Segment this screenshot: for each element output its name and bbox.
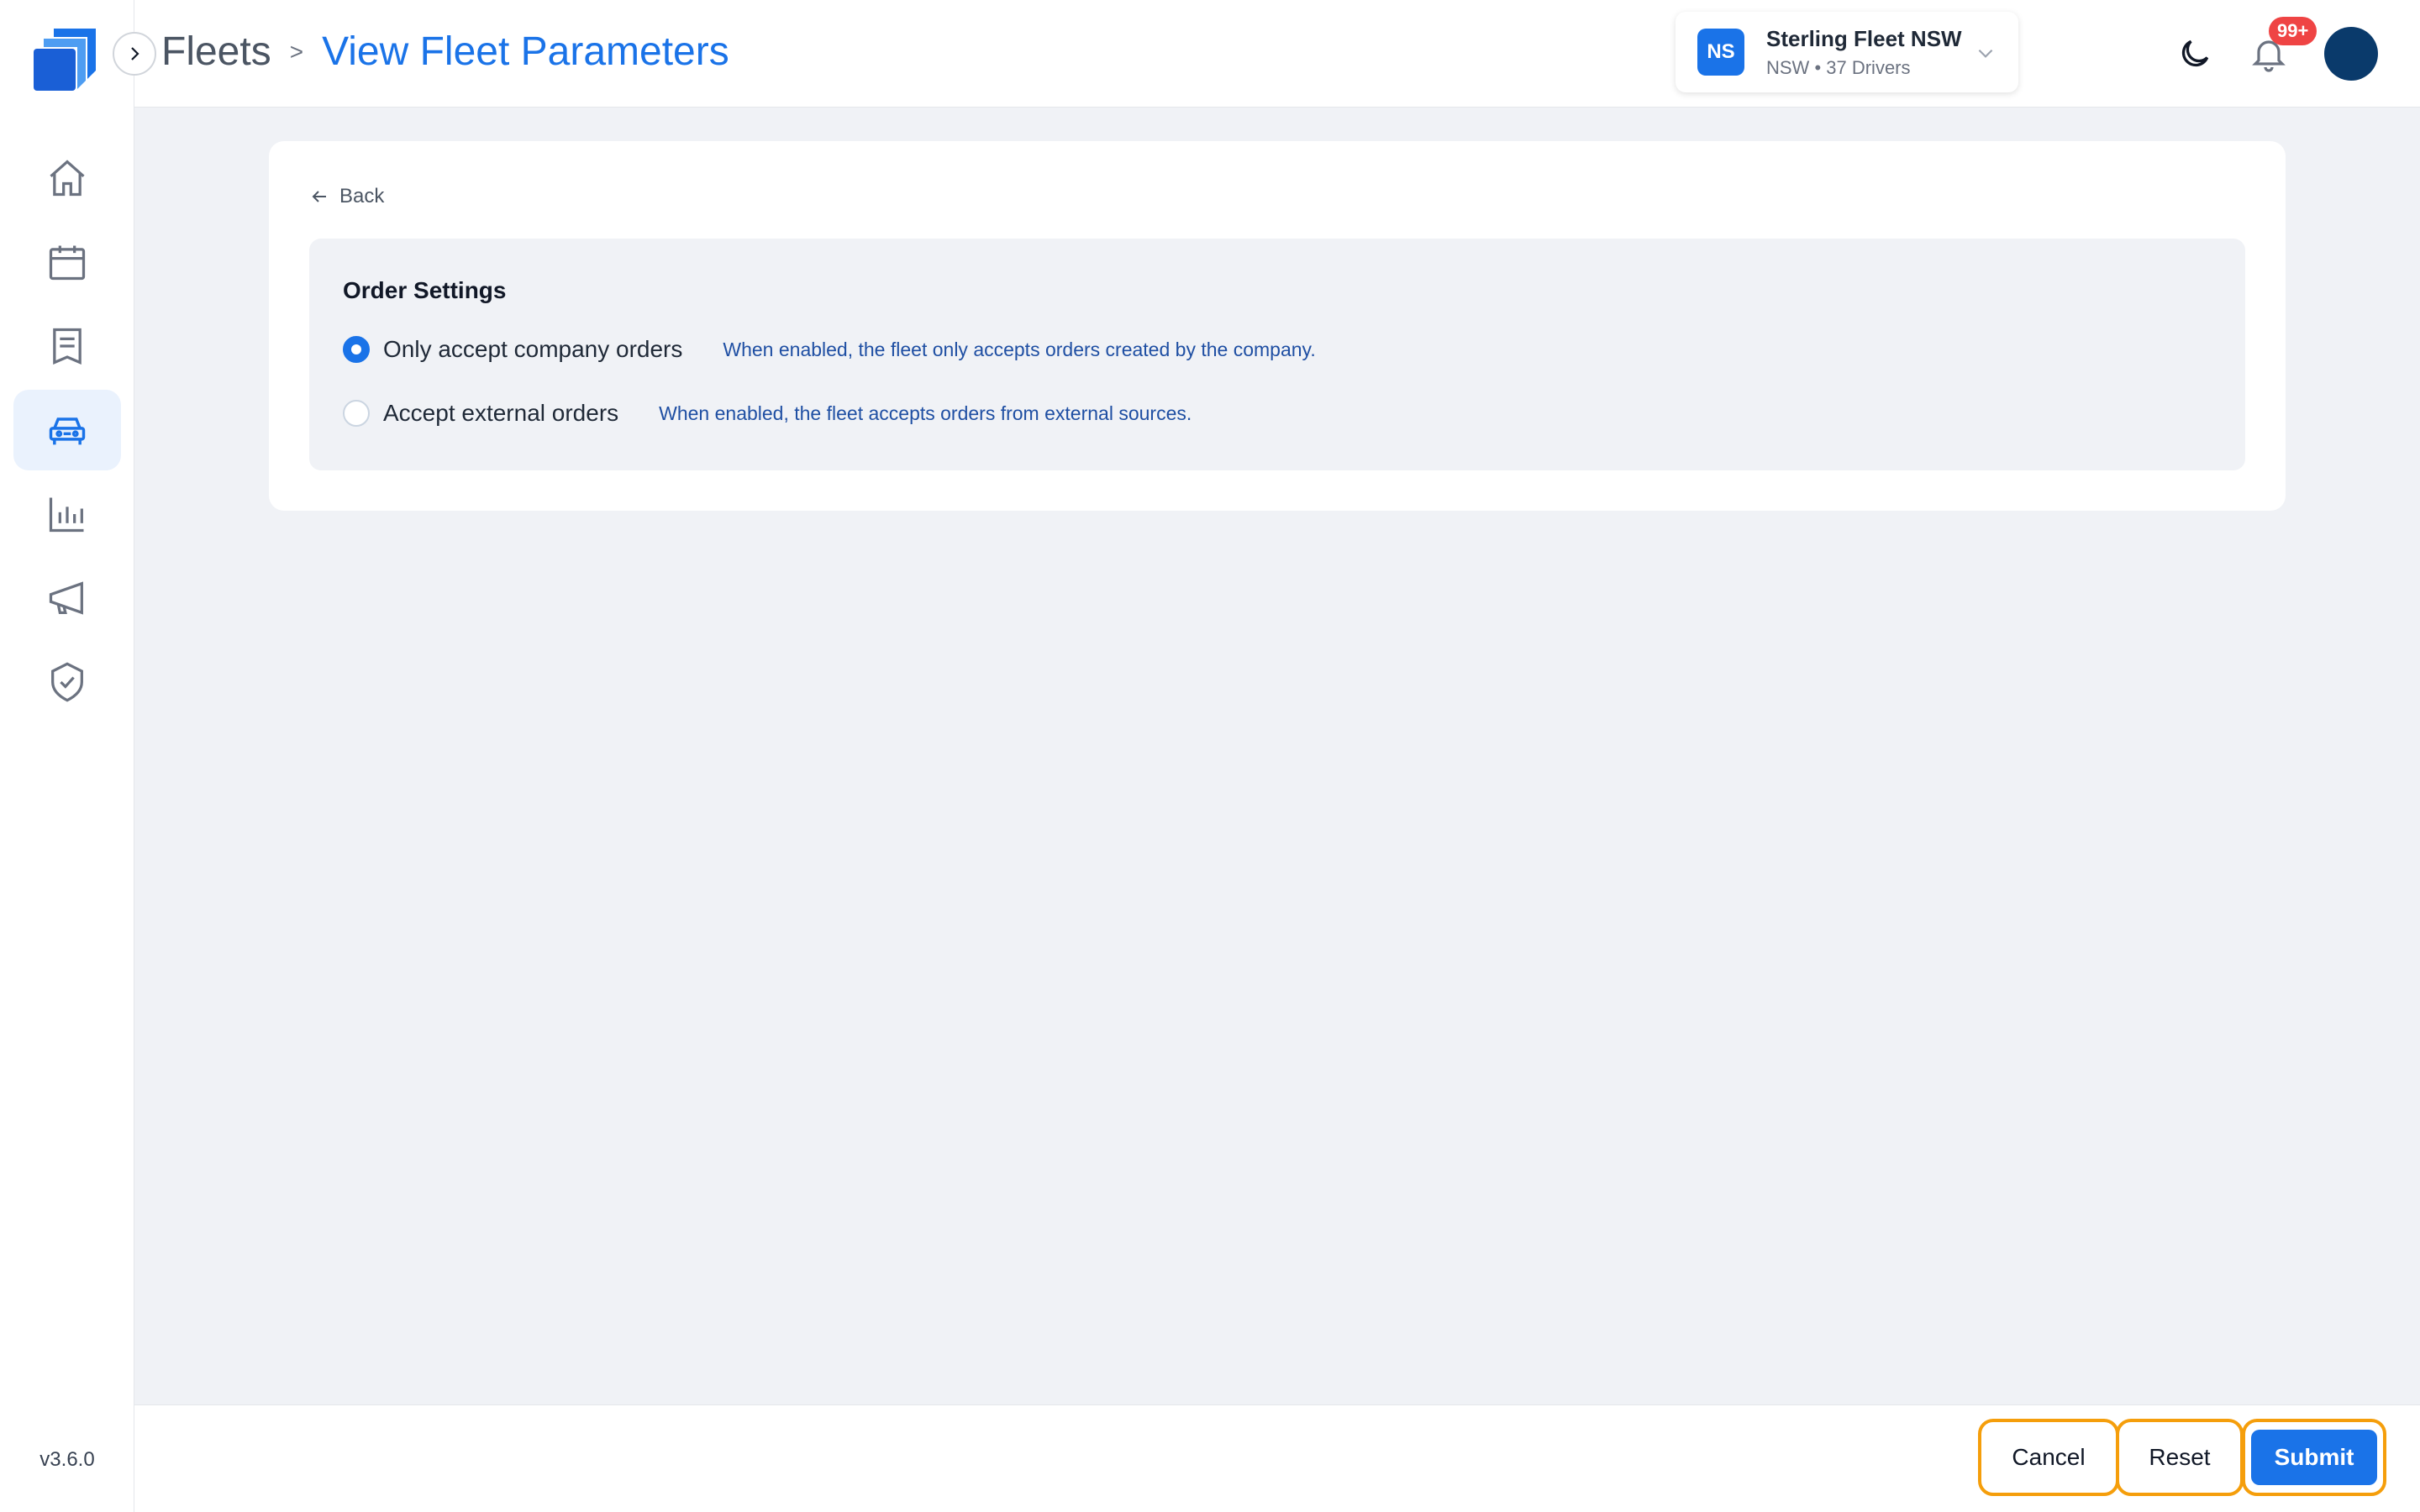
sidebar-item-marketing[interactable] (13, 558, 121, 638)
top-header: Fleets > View Fleet Parameters NS Sterli… (134, 0, 2420, 108)
sidebar: v3.6.0 (0, 0, 134, 1512)
radio-external-orders[interactable] (343, 400, 370, 427)
order-settings-title: Order Settings (343, 277, 507, 303)
home-icon (50, 160, 85, 197)
orders-icon (53, 328, 82, 365)
notification-count-badge: 99+ (2269, 17, 2317, 45)
option-label: Only accept company orders (383, 336, 683, 362)
sidebar-item-fleets[interactable] (13, 390, 121, 470)
user-avatar[interactable] (2324, 27, 2378, 81)
reset-label: Reset (2149, 1444, 2211, 1470)
fleet-switcher[interactable]: NS Sterling Fleet NSW NSW • 37 Drivers (1676, 12, 2018, 92)
back-label: Back (339, 185, 385, 207)
fleet-badge: NS (1697, 29, 1744, 76)
cancel-label: Cancel (2012, 1444, 2086, 1470)
calendar-icon (49, 245, 86, 281)
breadcrumb: Fleets > View Fleet Parameters (161, 29, 729, 75)
shield-check-icon (51, 662, 83, 702)
fleet-car-icon (49, 417, 86, 445)
sidebar-item-security[interactable] (13, 642, 121, 722)
sidebar-item-home[interactable] (13, 138, 121, 218)
sidebar-toggle-button[interactable] (113, 32, 156, 76)
option-company-orders[interactable]: Only accept company orders When enabled,… (343, 336, 1316, 363)
option-help-text: When enabled, the fleet accepts orders f… (659, 402, 1192, 424)
option-help-text: When enabled, the fleet only accepts ord… (723, 338, 1316, 360)
submit-label: Submit (2251, 1430, 2377, 1485)
fleet-meta: NSW • 37 Drivers (1766, 56, 1911, 78)
app-version: v3.6.0 (39, 1448, 95, 1471)
submit-button[interactable]: Submit (2242, 1419, 2386, 1496)
breadcrumb-fleets-link[interactable]: Fleets (161, 29, 271, 75)
back-button[interactable]: Back (309, 185, 384, 208)
chevron-right-icon (131, 47, 139, 60)
reset-button[interactable]: Reset (2116, 1419, 2244, 1496)
sidebar-item-schedule[interactable] (13, 222, 121, 302)
radio-company-orders[interactable] (343, 336, 370, 363)
chevron-down-icon (1978, 49, 1993, 58)
fleet-parameters-card: Back Order Settings Only accept company … (269, 141, 2286, 511)
analytics-icon (49, 497, 84, 533)
option-external-orders[interactable]: Accept external orders When enabled, the… (343, 400, 1192, 427)
arrow-left-icon (312, 191, 326, 202)
fleet-name: Sterling Fleet NSW (1766, 25, 1962, 51)
page-title: View Fleet Parameters (322, 29, 729, 74)
order-settings-panel: Order Settings Only accept company order… (309, 239, 2245, 470)
breadcrumb-separator: > (289, 38, 304, 65)
cancel-button[interactable]: Cancel (1978, 1419, 2119, 1496)
sidebar-item-analytics[interactable] (13, 474, 121, 554)
sidebar-item-orders[interactable] (13, 306, 121, 386)
action-footer: Cancel Reset Submit (134, 1404, 2420, 1512)
option-label: Accept external orders (383, 400, 619, 426)
app-logo[interactable] (29, 20, 104, 96)
megaphone-icon (49, 581, 83, 615)
dark-mode-moon-icon[interactable] (2176, 35, 2213, 72)
